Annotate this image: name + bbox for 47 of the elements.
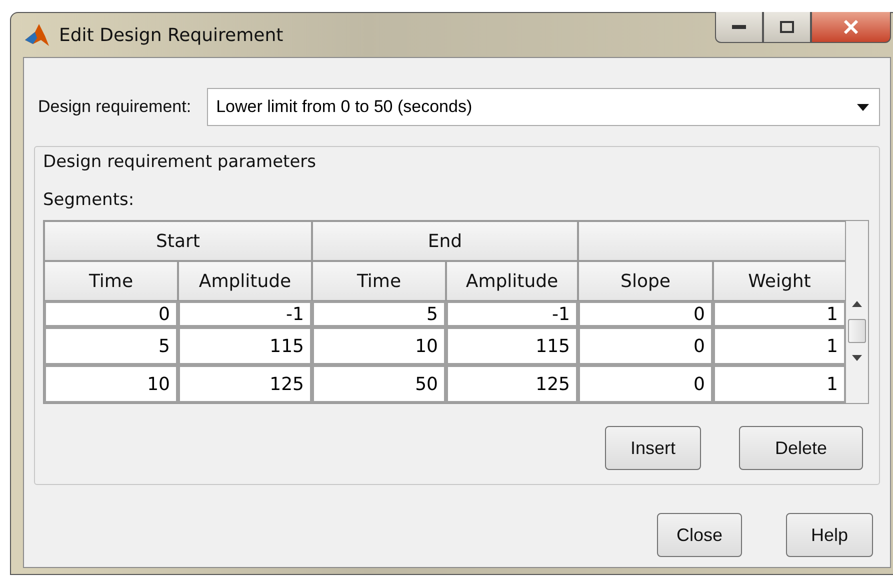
window-title: Edit Design Requirement	[59, 24, 284, 46]
column-header[interactable]: Amplitude	[178, 261, 312, 301]
dropdown-caret-icon	[857, 104, 869, 110]
table-cell[interactable]: 0	[578, 365, 713, 403]
field-label: Design requirement:	[38, 97, 192, 117]
column-header[interactable]: Slope	[578, 261, 713, 301]
table-cell[interactable]: 10	[44, 365, 178, 403]
table-cell[interactable]: 0	[578, 301, 713, 327]
scrollbar[interactable]	[846, 221, 868, 403]
close-icon	[843, 20, 859, 34]
minimize-button[interactable]	[715, 12, 763, 43]
column-header[interactable]: Weight	[713, 261, 846, 301]
table-cell[interactable]: 1	[713, 365, 846, 403]
maximize-icon	[780, 21, 794, 33]
table-cell[interactable]: 1	[713, 327, 846, 365]
table-cell[interactable]: -1	[178, 301, 312, 327]
close-button[interactable]: Close	[657, 513, 742, 557]
column-header[interactable]: Time	[312, 261, 446, 301]
table-cell[interactable]: 0	[578, 327, 713, 365]
minimize-icon	[732, 25, 746, 29]
group-header: End	[312, 221, 578, 261]
segments-label: Segments:	[43, 190, 136, 210]
table-cell[interactable]: 115	[178, 327, 312, 365]
app-logo-icon	[25, 24, 49, 46]
table-cell[interactable]: 115	[446, 327, 578, 365]
insert-button[interactable]: Insert	[605, 426, 701, 470]
scroll-up-icon[interactable]	[852, 301, 862, 307]
column-header[interactable]: Time	[44, 261, 178, 301]
table-cell[interactable]: 5	[312, 301, 446, 327]
scroll-thumb[interactable]	[848, 319, 866, 343]
table-cell[interactable]: 125	[446, 365, 578, 403]
requirement-dropdown[interactable]: Lower limit from 0 to 50 (seconds)	[207, 88, 880, 126]
table-cell[interactable]: 10	[312, 327, 446, 365]
group-title: Design requirement parameters	[43, 152, 318, 172]
maximize-button[interactable]	[763, 12, 811, 43]
table-cell[interactable]: -1	[446, 301, 578, 327]
table-cell[interactable]: 1	[713, 301, 846, 327]
group-header: Start	[44, 221, 312, 261]
table-cell[interactable]: 5	[44, 327, 178, 365]
scroll-down-icon[interactable]	[852, 355, 862, 361]
table-cell[interactable]: 125	[178, 365, 312, 403]
help-button[interactable]: Help	[786, 513, 873, 557]
table-cell[interactable]: 0	[44, 301, 178, 327]
table-cell[interactable]: 50	[312, 365, 446, 403]
column-header[interactable]: Amplitude	[446, 261, 578, 301]
delete-button[interactable]: Delete	[739, 426, 863, 470]
close-window-button[interactable]	[811, 12, 891, 43]
